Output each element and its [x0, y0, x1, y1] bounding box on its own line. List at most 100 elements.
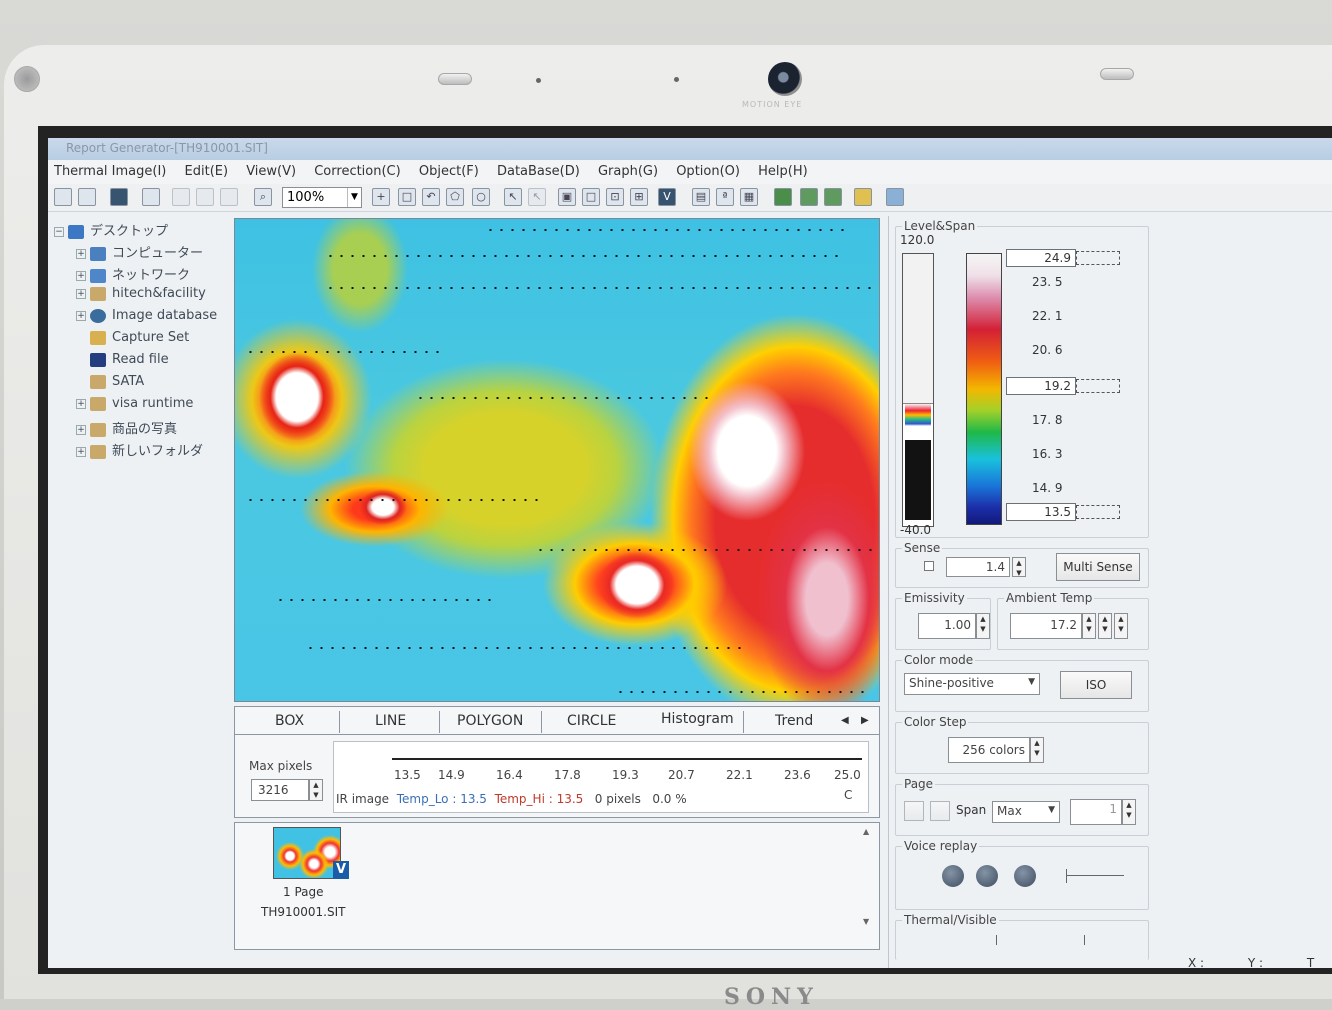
menu-help[interactable]: Help(H)	[758, 164, 808, 179]
line-tool-icon[interactable]: ↶	[422, 188, 440, 206]
tree-item-sata[interactable]: SATA	[90, 374, 144, 394]
export-icon[interactable]	[886, 188, 904, 206]
page-prev-icon[interactable]	[904, 801, 924, 821]
tree-item-desktop[interactable]: − デスクトップ	[54, 220, 168, 240]
scale-mid-marker[interactable]: 19.2	[1006, 377, 1076, 395]
color-step-input[interactable]: 256 colors	[948, 737, 1030, 763]
tab-trend[interactable]: Trend	[775, 713, 813, 729]
zoom-fit-icon[interactable]: ⊞	[630, 188, 648, 206]
report-icon[interactable]	[774, 188, 792, 206]
multi-sense-button[interactable]: Multi Sense	[1056, 553, 1140, 581]
thermal-image[interactable]	[234, 218, 880, 702]
color-mode-select[interactable]: Shine-positive ▼	[904, 673, 1040, 695]
flag-icon[interactable]	[854, 188, 872, 206]
sense-input[interactable]: 1.4	[946, 557, 1010, 577]
thermal-visible-icon[interactable]: V	[658, 188, 676, 206]
tab-scroll-left-icon[interactable]: ◀	[841, 715, 849, 726]
report-image-icon[interactable]	[800, 188, 818, 206]
tree-item-capture-set[interactable]: Capture Set	[90, 330, 189, 350]
scale-bottom-spinner[interactable]	[1076, 505, 1120, 519]
page-icon[interactable]: ▤	[692, 188, 710, 206]
iso-button[interactable]: ISO	[1060, 671, 1132, 699]
level-slider[interactable]	[902, 253, 934, 527]
tab-circle[interactable]: CIRCLE	[567, 713, 616, 729]
stop-icon[interactable]	[976, 865, 998, 887]
magnify-icon[interactable]: ⌕	[254, 188, 272, 206]
color-step-stepper[interactable]: ▲ ▼	[1030, 737, 1044, 763]
volume-track[interactable]	[1066, 875, 1124, 876]
ambient-stepper[interactable]: ▲ ▼	[1114, 613, 1128, 639]
emissivity-input[interactable]: 1.00	[918, 613, 976, 639]
max-pixels-stepper[interactable]: ▲ ▼	[309, 779, 323, 801]
expand-icon[interactable]: +	[76, 270, 86, 281]
paste-icon[interactable]	[220, 188, 238, 206]
collapse-icon[interactable]: −	[54, 226, 64, 237]
expand-icon[interactable]: +	[76, 446, 86, 457]
frame-icon[interactable]: ▣	[558, 188, 576, 206]
expand-icon[interactable]: +	[76, 398, 86, 409]
grid-icon[interactable]: ▦	[740, 188, 758, 206]
tree-item-visa-runtime[interactable]: + visa runtime	[76, 396, 193, 416]
tab-scroll-right-icon[interactable]: ▶	[861, 715, 869, 726]
tree-item-read-file[interactable]: Read file	[90, 352, 169, 372]
tab-histogram[interactable]: Histogram	[661, 711, 734, 727]
tree-item-network[interactable]: + ネットワーク	[76, 264, 190, 284]
scale-bottom-marker[interactable]: 13.5	[1006, 503, 1076, 521]
sense-checkbox[interactable]	[924, 561, 934, 571]
menu-view[interactable]: View(V)	[246, 164, 296, 179]
report-graph-icon[interactable]	[824, 188, 842, 206]
emissivity-stepper[interactable]: ▲ ▼	[976, 613, 990, 639]
box-tool-icon[interactable]: □	[398, 188, 416, 206]
polygon-tool-icon[interactable]: ⬠	[446, 188, 464, 206]
tree-item-computer[interactable]: + コンピューター	[76, 242, 203, 262]
tree-item-product-photos[interactable]: + 商品の写真	[76, 418, 177, 438]
page-next-icon[interactable]	[930, 801, 950, 821]
page-number-stepper[interactable]: ▲ ▼	[1122, 799, 1136, 825]
tab-box[interactable]: BOX	[275, 713, 304, 729]
scale-top-marker[interactable]: 24.9	[1006, 249, 1076, 267]
label-icon[interactable]: ª	[716, 188, 734, 206]
sense-stepper[interactable]: ▲ ▼	[1012, 557, 1026, 577]
play-icon[interactable]	[942, 865, 964, 887]
max-pixels-input[interactable]: 3216	[251, 779, 309, 801]
tree-item-hitech[interactable]: + hitech&facility	[76, 286, 206, 306]
menu-edit[interactable]: Edit(E)	[185, 164, 229, 179]
expand-icon[interactable]: +	[76, 248, 86, 259]
menu-correction[interactable]: Correction(C)	[314, 164, 400, 179]
menu-thermal-image[interactable]: Thermal Image(I)	[54, 164, 166, 179]
ambient-stepper[interactable]: ▲ ▼	[1082, 613, 1096, 639]
menu-object[interactable]: Object(F)	[419, 164, 479, 179]
menu-graph[interactable]: Graph(G)	[598, 164, 658, 179]
zoom-rect-icon[interactable]: ⊡	[606, 188, 624, 206]
open-multi-icon[interactable]	[78, 188, 96, 206]
crosshair-icon[interactable]: +	[372, 188, 390, 206]
menu-database[interactable]: DataBase(D)	[497, 164, 580, 179]
ambient-stepper[interactable]: ▲ ▼	[1098, 613, 1112, 639]
scale-mid-spinner[interactable]	[1076, 379, 1120, 393]
page-thumbnail[interactable]	[273, 827, 341, 879]
page-number-input[interactable]: 1	[1070, 799, 1122, 825]
slider-thumb[interactable]	[905, 404, 931, 426]
open-folder-icon[interactable]	[54, 188, 72, 206]
cut-icon[interactable]	[172, 188, 190, 206]
pointer-icon[interactable]: ↖	[504, 188, 522, 206]
expand-icon[interactable]: +	[76, 424, 86, 435]
rect-icon[interactable]: □	[582, 188, 600, 206]
volume-handle[interactable]	[1066, 869, 1067, 883]
expand-icon[interactable]: +	[76, 310, 86, 321]
span-select[interactable]: Max ▼	[992, 801, 1060, 823]
page-list-scrollbar[interactable]: ▲ ▼	[863, 827, 875, 945]
save-icon[interactable]	[110, 188, 128, 206]
copy-icon[interactable]	[196, 188, 214, 206]
circle-tool-icon[interactable]: ○	[472, 188, 490, 206]
scale-top-spinner[interactable]	[1076, 251, 1120, 265]
expand-icon[interactable]: +	[76, 288, 86, 299]
ambient-temp-input[interactable]: 17.2	[1010, 613, 1082, 639]
tree-item-new-folder[interactable]: + 新しいフォルダ	[76, 440, 203, 460]
menu-option[interactable]: Option(O)	[676, 164, 740, 179]
multi-select-icon[interactable]: ↖	[528, 188, 546, 206]
tab-line[interactable]: LINE	[375, 713, 406, 729]
tree-item-image-database[interactable]: + Image database	[76, 308, 217, 328]
zoom-select[interactable]: 100% ▼	[282, 187, 362, 208]
record-icon[interactable]	[1014, 865, 1036, 887]
